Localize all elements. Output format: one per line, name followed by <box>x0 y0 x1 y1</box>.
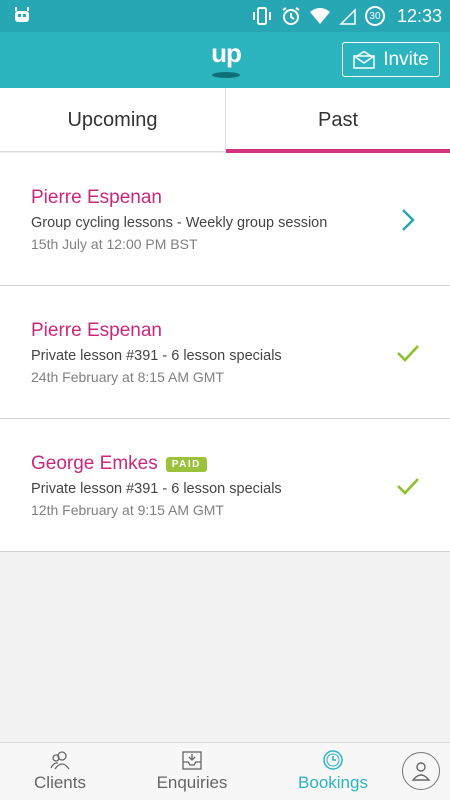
robot-icon <box>15 7 29 22</box>
invite-button[interactable]: Invite <box>342 42 440 77</box>
client-name-text: Pierre Espenan <box>31 187 162 208</box>
alarm-icon <box>282 7 300 25</box>
booking-description: Private lesson #391 - 6 lesson specials <box>31 348 282 364</box>
booking-date: 12th February at 9:15 AM GMT <box>31 502 224 518</box>
app-logo: up <box>206 38 246 80</box>
client-name: Pierre Espenan <box>31 187 162 209</box>
signal-icon <box>339 8 356 25</box>
tab-upcoming[interactable]: Upcoming <box>0 88 225 152</box>
booking-date: 24th February at 8:15 AM GMT <box>31 369 224 385</box>
checkmark-icon <box>397 478 419 495</box>
booking-date: 15th July at 12:00 PM BST <box>31 236 198 252</box>
booking-list: Pierre Espenan Group cycling lessons - W… <box>0 153 450 552</box>
invite-label: Invite <box>383 48 429 70</box>
chevron-right-icon[interactable] <box>396 208 420 232</box>
nav-clients[interactable]: Clients <box>20 743 100 800</box>
envelope-icon <box>353 50 376 69</box>
inbox-icon <box>182 751 202 770</box>
booking-description: Private lesson #391 - 6 lesson specials <box>31 481 282 497</box>
nav-enquiries[interactable]: Enquiries <box>142 743 242 800</box>
client-name-text: George Emkes <box>31 453 158 474</box>
client-name-text: Pierre Espenan <box>31 320 162 341</box>
booking-row[interactable]: Pierre Espenan Private lesson #391 - 6 l… <box>0 286 450 419</box>
tab-upcoming-label: Upcoming <box>67 108 158 131</box>
profile-button[interactable] <box>402 752 440 790</box>
wifi-icon <box>309 8 330 24</box>
nav-clients-label: Clients <box>34 773 86 792</box>
nav-enquiries-label: Enquiries <box>156 773 228 792</box>
logo-shadow <box>212 72 240 78</box>
booking-row[interactable]: Pierre Espenan Group cycling lessons - W… <box>0 153 450 286</box>
nav-bookings[interactable]: Bookings <box>283 743 383 800</box>
battery-saver-badge: 30 <box>364 6 385 26</box>
logo-text: up <box>211 38 242 68</box>
bottom-navigation: Clients Enquiries Bookings <box>0 742 450 800</box>
nav-bookings-label: Bookings <box>298 773 368 792</box>
booking-description: Group cycling lessons - Weekly group ses… <box>31 215 328 231</box>
checkmark-icon <box>397 345 419 362</box>
user-icon <box>411 762 431 781</box>
app-bar: up Invite <box>0 32 450 88</box>
clock-time: 12:33 <box>396 5 442 26</box>
status-bar: 30 12:33 <box>0 0 450 32</box>
client-name: George Emkes PAID <box>31 453 207 475</box>
clock-icon <box>323 750 343 770</box>
clients-icon <box>50 751 70 770</box>
booking-tabs: Upcoming Past <box>0 88 450 153</box>
vibrate-icon <box>252 7 271 25</box>
booking-row[interactable]: George Emkes PAID Private lesson #391 - … <box>0 419 450 552</box>
client-name: Pierre Espenan <box>31 320 162 342</box>
tab-past[interactable]: Past <box>225 88 450 153</box>
tab-past-label: Past <box>317 108 359 131</box>
paid-badge: PAID <box>165 456 207 472</box>
